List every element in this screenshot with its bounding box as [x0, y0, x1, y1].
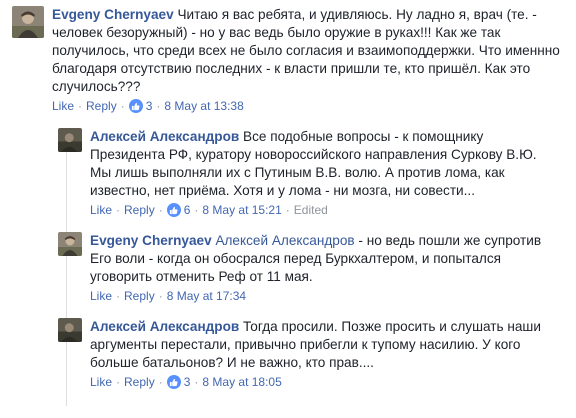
like-reaction-icon[interactable] [128, 99, 143, 113]
comment-actions: Like · Reply · 8 May at 17:34 [90, 288, 558, 304]
comment-text: Алексей Александров Все подобные вопросы… [90, 128, 558, 200]
separator: · [116, 375, 121, 389]
reaction-count[interactable]: 6 [184, 202, 191, 218]
reply-comment: Алексей Александров Тогда просили. Позже… [58, 318, 558, 390]
like-link[interactable]: Like [90, 288, 112, 304]
reaction-count[interactable]: 3 [184, 374, 191, 390]
like-link[interactable]: Like [90, 374, 112, 390]
separator: · [285, 203, 290, 217]
avatar[interactable] [58, 318, 82, 342]
reply-link[interactable]: Reply [124, 202, 155, 218]
comment-timestamp[interactable]: 8 May at 18:05 [202, 374, 281, 390]
comment-author[interactable]: Evgeny Chernyaev [52, 7, 174, 22]
reply-link[interactable]: Reply [86, 98, 117, 114]
comment-actions: Like · Reply · 3 · 8 May at 13:38 [52, 98, 568, 114]
avatar[interactable] [58, 232, 82, 256]
separator: · [158, 203, 163, 217]
comment-author[interactable]: Evgeny Chernyaev [90, 233, 212, 248]
separator: · [116, 289, 121, 303]
comment-actions: Like · Reply · 3 · 8 May at 18:05 [90, 374, 558, 390]
comment-author[interactable]: Алексей Александров [90, 129, 239, 144]
comment-text: Evgeny Chernyaev Алексей Александров - н… [90, 232, 558, 286]
comment: Evgeny Chernyaev Читаю я вас ребята, и у… [12, 6, 568, 114]
comment-actions: Like · Reply · 6 · 8 May at 15:21 · Edit… [90, 202, 558, 218]
separator: · [158, 375, 163, 389]
avatar[interactable] [12, 6, 44, 38]
like-link[interactable]: Like [90, 202, 112, 218]
reply-link[interactable]: Reply [124, 374, 155, 390]
separator: · [194, 375, 199, 389]
separator: · [116, 203, 121, 217]
separator: · [156, 99, 161, 113]
comment-author[interactable]: Алексей Александров [90, 319, 239, 334]
separator: · [120, 99, 125, 113]
like-reaction-icon[interactable] [166, 203, 181, 217]
separator: · [78, 99, 83, 113]
reply-comment: Алексей Александров Все подобные вопросы… [58, 128, 558, 218]
edited-label[interactable]: Edited [294, 202, 328, 218]
reaction-count[interactable]: 3 [146, 98, 153, 114]
avatar[interactable] [58, 128, 82, 152]
like-reaction-icon[interactable] [166, 375, 181, 389]
comment-text: Алексей Александров Тогда просили. Позже… [90, 318, 558, 372]
separator: · [194, 203, 199, 217]
mention-link[interactable]: Алексей Александров [215, 233, 354, 248]
like-link[interactable]: Like [52, 98, 74, 114]
comment-timestamp[interactable]: 8 May at 15:21 [202, 202, 281, 218]
separator: · [158, 289, 163, 303]
comment-text: Evgeny Chernyaev Читаю я вас ребята, и у… [52, 6, 568, 96]
reply-comment: Evgeny Chernyaev Алексей Александров - н… [58, 232, 558, 304]
reply-link[interactable]: Reply [124, 288, 155, 304]
comment-timestamp[interactable]: 8 May at 17:34 [167, 288, 246, 304]
comment-timestamp[interactable]: 8 May at 13:38 [164, 98, 243, 114]
